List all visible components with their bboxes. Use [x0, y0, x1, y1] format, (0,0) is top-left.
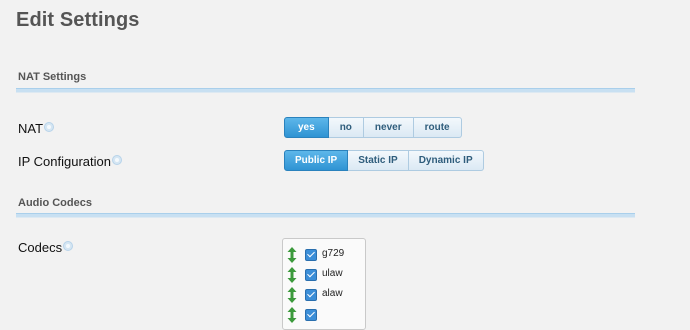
codec-name: ulaw: [322, 268, 343, 279]
codec-name: alaw: [322, 288, 343, 299]
section-heading-nat: NAT Settings: [18, 71, 87, 83]
ip-option-static[interactable]: Static IP: [348, 150, 409, 171]
section-heading-audio-codecs: Audio Codecs: [18, 197, 92, 209]
codec-item[interactable]: alaw: [283, 286, 363, 304]
ip-configuration-label: IP Configuration: [18, 154, 122, 169]
codec-item[interactable]: ulaw: [283, 266, 363, 284]
drag-updown-arrow-icon[interactable]: [287, 267, 297, 283]
nat-label-text: NAT: [18, 121, 44, 136]
page-title: Edit Settings: [16, 9, 140, 31]
help-icon[interactable]: [44, 122, 55, 132]
codec-checkbox[interactable]: [305, 269, 317, 281]
ip-configuration-label-text: IP Configuration: [18, 154, 111, 169]
drag-updown-arrow-icon[interactable]: [287, 287, 297, 303]
codec-checkbox[interactable]: [305, 289, 317, 301]
help-icon[interactable]: [112, 155, 122, 165]
nat-option-yes[interactable]: yes: [284, 117, 329, 138]
help-icon[interactable]: [63, 241, 74, 251]
nat-option-route[interactable]: route: [413, 117, 462, 138]
codec-list: g729 ulaw alaw: [282, 238, 366, 330]
section-divider: [16, 213, 635, 218]
codec-item[interactable]: [283, 306, 363, 324]
codec-checkbox[interactable]: [305, 249, 317, 261]
nat-label: NAT: [18, 121, 55, 136]
ip-config-button-group: Public IP Static IP Dynamic IP: [284, 150, 484, 171]
codec-checkbox[interactable]: [305, 309, 317, 321]
nat-option-no[interactable]: no: [328, 117, 364, 138]
drag-updown-arrow-icon[interactable]: [287, 307, 297, 323]
codecs-label-text: Codecs: [18, 240, 63, 255]
codecs-label: Codecs: [18, 240, 74, 255]
drag-updown-arrow-icon[interactable]: [287, 247, 297, 263]
codec-name: g729: [322, 248, 345, 259]
section-divider: [16, 88, 635, 93]
nat-button-group: yes no never route: [284, 117, 462, 138]
nat-option-never[interactable]: never: [363, 117, 414, 138]
ip-option-public[interactable]: Public IP: [284, 150, 349, 171]
codec-item[interactable]: g729: [283, 246, 363, 264]
ip-option-dynamic[interactable]: Dynamic IP: [408, 150, 484, 171]
